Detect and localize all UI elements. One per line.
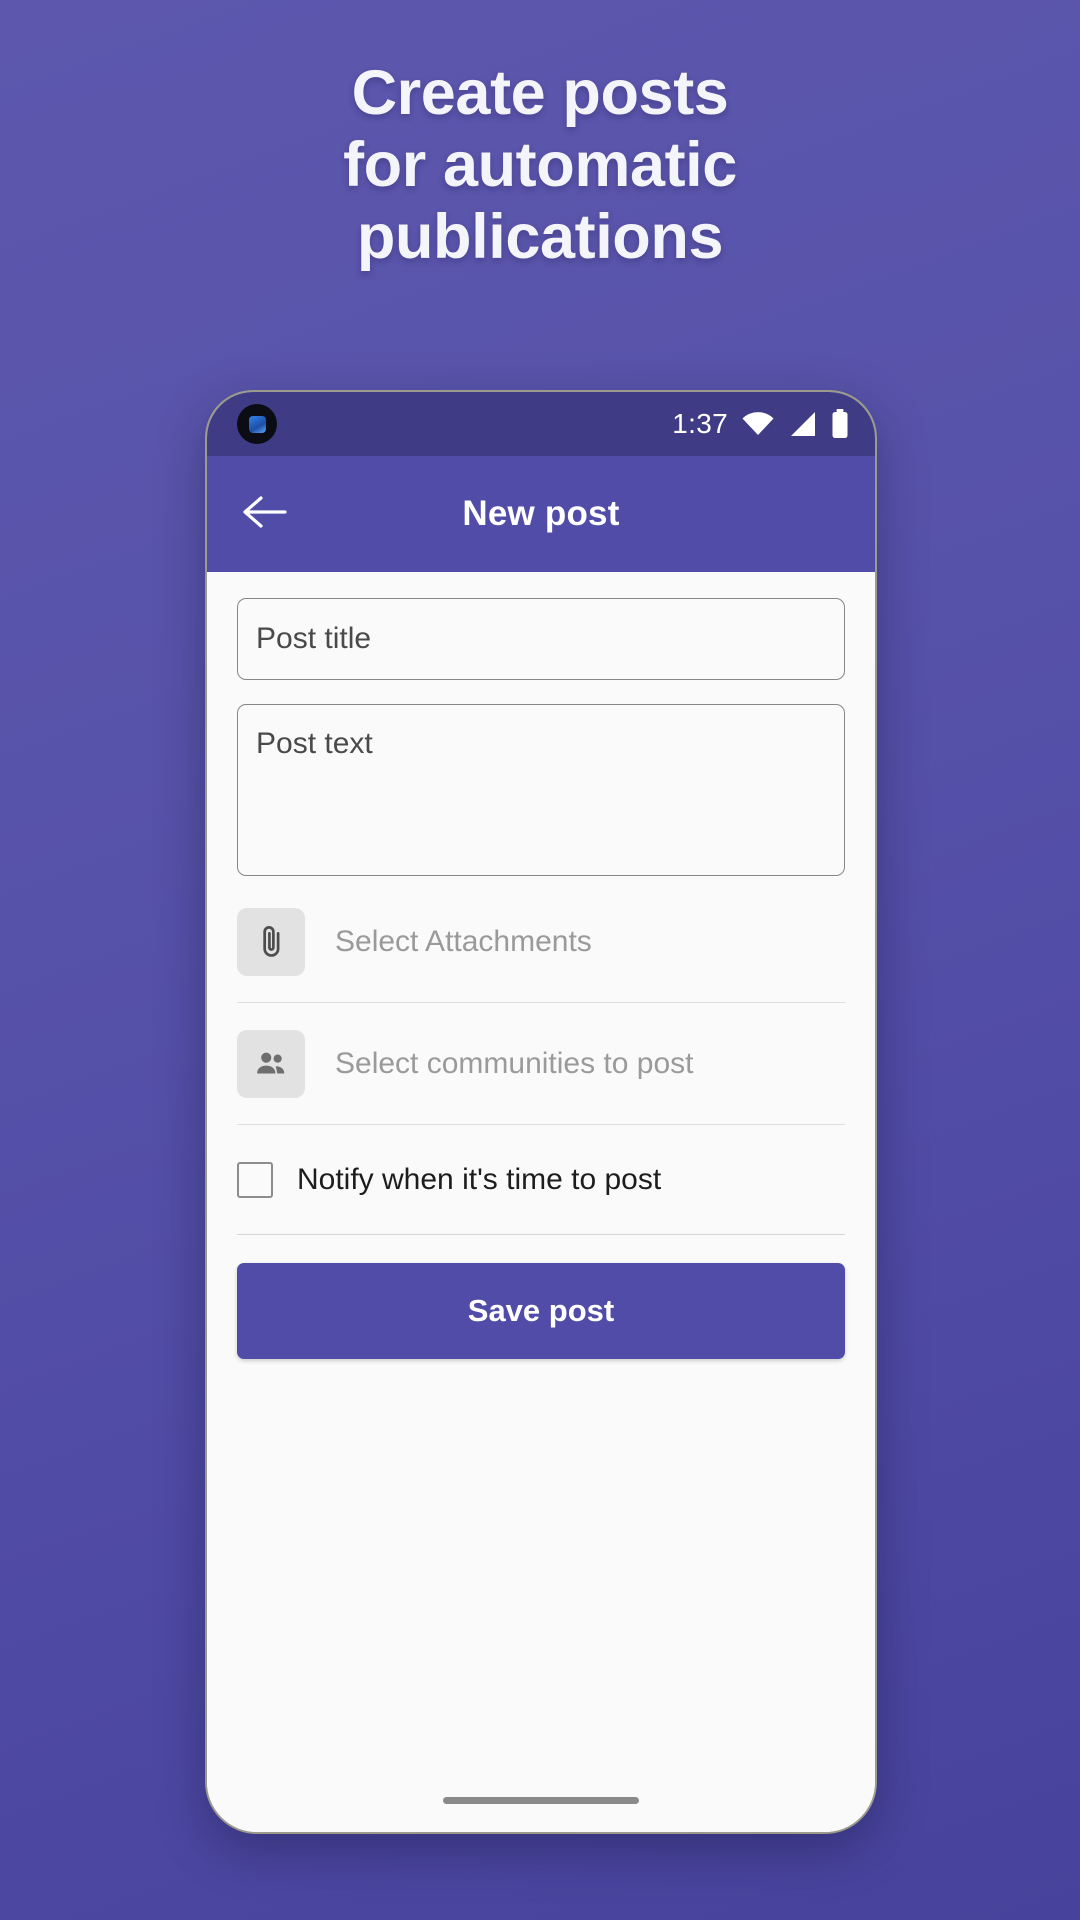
app-bar: New post [207,456,875,572]
promo-headline-line-3: publications [356,201,724,272]
back-button[interactable] [237,486,293,542]
phone-device-mockup: 1:37 New post Post title Post text Selec… [205,390,877,1834]
notify-checkbox-label: Notify when it's time to post [297,1162,662,1196]
page-title: New post [462,494,620,533]
promo-headline-line-1: Create posts [351,58,729,128]
camera-lens [248,415,266,433]
arrow-left-icon [243,495,287,534]
new-post-form: Select Attachments Select communities to… [207,572,875,1832]
save-post-button[interactable]: Save post [237,1263,845,1359]
select-attachments-label: Select Attachments [335,924,592,958]
select-communities-row[interactable]: Select communities to post [237,1003,845,1125]
promo-headline-line-2: for automatic [343,129,737,200]
battery-icon [831,409,849,439]
status-bar-clock: 1:37 [672,408,728,439]
status-bar-indicators: 1:37 [672,408,849,440]
wifi-icon [741,411,775,437]
notify-checkbox-row[interactable]: Notify when it's time to post [237,1125,845,1235]
cellular-signal-icon [788,411,818,437]
status-bar: 1:37 [207,392,875,456]
select-attachments-row[interactable]: Select Attachments [237,881,845,1003]
paperclip-icon [237,907,305,976]
select-communities-label: Select communities to post [335,1046,694,1080]
front-camera-punch-hole-icon [237,404,277,444]
people-icon [237,1029,305,1098]
promo-headline: Create posts for automatic publications [0,58,1080,273]
post-title-input[interactable] [237,598,845,680]
post-text-input[interactable] [237,704,845,876]
notify-checkbox[interactable] [237,1161,273,1198]
home-gesture-indicator[interactable] [443,1797,639,1804]
